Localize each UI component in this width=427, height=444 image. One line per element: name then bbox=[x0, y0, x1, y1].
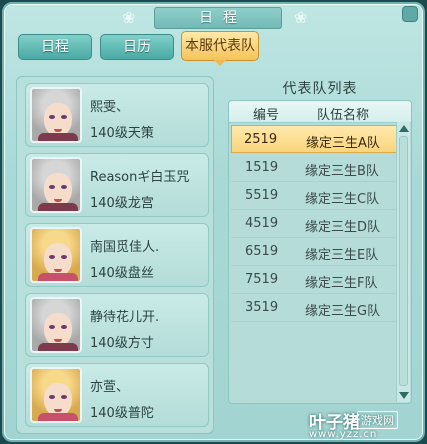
site-watermark: 叶子猪 游戏网 www.yzz.cn bbox=[309, 408, 421, 442]
team-id: 5519 bbox=[245, 188, 279, 203]
team-name: 缘定三生C队 bbox=[305, 192, 380, 207]
player-card[interactable]: 亦萱、 140级普陀 bbox=[25, 363, 209, 427]
team-id: 2519 bbox=[244, 132, 278, 147]
column-header-id: 编号 bbox=[253, 108, 280, 123]
player-card[interactable]: Reasonギ白玉咒 140级龙宫 bbox=[25, 153, 209, 217]
watermark-sub: 游戏网 bbox=[357, 411, 398, 429]
table-row[interactable]: 2519 缘定三生A队 bbox=[231, 125, 399, 153]
close-icon[interactable] bbox=[402, 6, 418, 22]
player-level: 140级天策 bbox=[90, 126, 154, 141]
team-table: 编号 队伍名称 2519 缘定三生A队 1519 缘定三生B队 5519 缘定三… bbox=[228, 100, 412, 404]
swirl-ornament-left-icon: ❀ bbox=[122, 8, 136, 27]
table-row[interactable]: 5519 缘定三生C队 bbox=[231, 182, 399, 210]
table-row[interactable]: 3519 缘定三生G队 bbox=[231, 294, 399, 322]
player-name: 亦萱、 bbox=[90, 380, 130, 395]
avatar bbox=[30, 87, 82, 143]
table-header: 编号 队伍名称 bbox=[229, 101, 411, 123]
team-id: 3519 bbox=[245, 300, 279, 315]
player-name: 熙雯、 bbox=[90, 100, 130, 115]
swirl-ornament-right-icon: ❀ bbox=[294, 8, 308, 27]
player-level: 140级方寸 bbox=[90, 336, 154, 351]
player-level: 140级盘丝 bbox=[90, 266, 154, 281]
scroll-up-icon[interactable] bbox=[399, 125, 409, 132]
player-list-panel: 熙雯、 140级天策 Reasonギ白玉咒 140级龙宫 南国觅佳人. 140级… bbox=[16, 76, 214, 434]
avatar bbox=[30, 157, 82, 213]
team-name: 缘定三生A队 bbox=[306, 136, 380, 151]
table-row[interactable]: 1519 缘定三生B队 bbox=[231, 154, 399, 182]
team-name: 缘定三生G队 bbox=[305, 304, 381, 319]
scroll-thumb[interactable] bbox=[399, 136, 408, 386]
active-tab-pointer-icon bbox=[214, 60, 226, 66]
team-id: 4519 bbox=[245, 216, 279, 231]
team-name: 缘定三生E队 bbox=[305, 248, 379, 263]
column-header-name: 队伍名称 bbox=[317, 108, 370, 123]
watermark-url: www.yzz.cn bbox=[309, 429, 378, 440]
table-row[interactable]: 7519 缘定三生F队 bbox=[231, 266, 399, 294]
player-name: Reasonギ白玉咒 bbox=[90, 170, 190, 185]
window-title: 日程 bbox=[154, 7, 282, 29]
team-id: 6519 bbox=[245, 244, 279, 259]
player-level: 140级普陀 bbox=[90, 406, 154, 421]
scroll-down-icon[interactable] bbox=[399, 392, 409, 399]
avatar bbox=[30, 227, 82, 283]
avatar bbox=[30, 297, 82, 353]
team-name: 缘定三生F队 bbox=[305, 276, 378, 291]
player-level: 140级龙宫 bbox=[90, 196, 154, 211]
player-name: 静待花儿开. bbox=[90, 310, 160, 325]
tab-schedule[interactable]: 日程 bbox=[18, 34, 92, 60]
player-name: 南国觅佳人. bbox=[90, 240, 160, 255]
tab-server-team[interactable]: 本服代表队 bbox=[181, 31, 259, 61]
player-card[interactable]: 熙雯、 140级天策 bbox=[25, 83, 209, 147]
team-list-scrollbar[interactable] bbox=[396, 122, 410, 402]
avatar bbox=[30, 367, 82, 423]
team-list-title: 代表队列表 bbox=[282, 81, 358, 97]
player-card[interactable]: 静待花儿开. 140级方寸 bbox=[25, 293, 209, 357]
team-id: 7519 bbox=[245, 272, 279, 287]
team-name: 缘定三生D队 bbox=[305, 220, 381, 235]
table-row[interactable]: 4519 缘定三生D队 bbox=[231, 210, 399, 238]
tab-calendar[interactable]: 日历 bbox=[100, 34, 174, 60]
player-card[interactable]: 南国觅佳人. 140级盘丝 bbox=[25, 223, 209, 287]
table-row[interactable]: 6519 缘定三生E队 bbox=[231, 238, 399, 266]
team-id: 1519 bbox=[245, 160, 279, 175]
team-name: 缘定三生B队 bbox=[305, 164, 379, 179]
